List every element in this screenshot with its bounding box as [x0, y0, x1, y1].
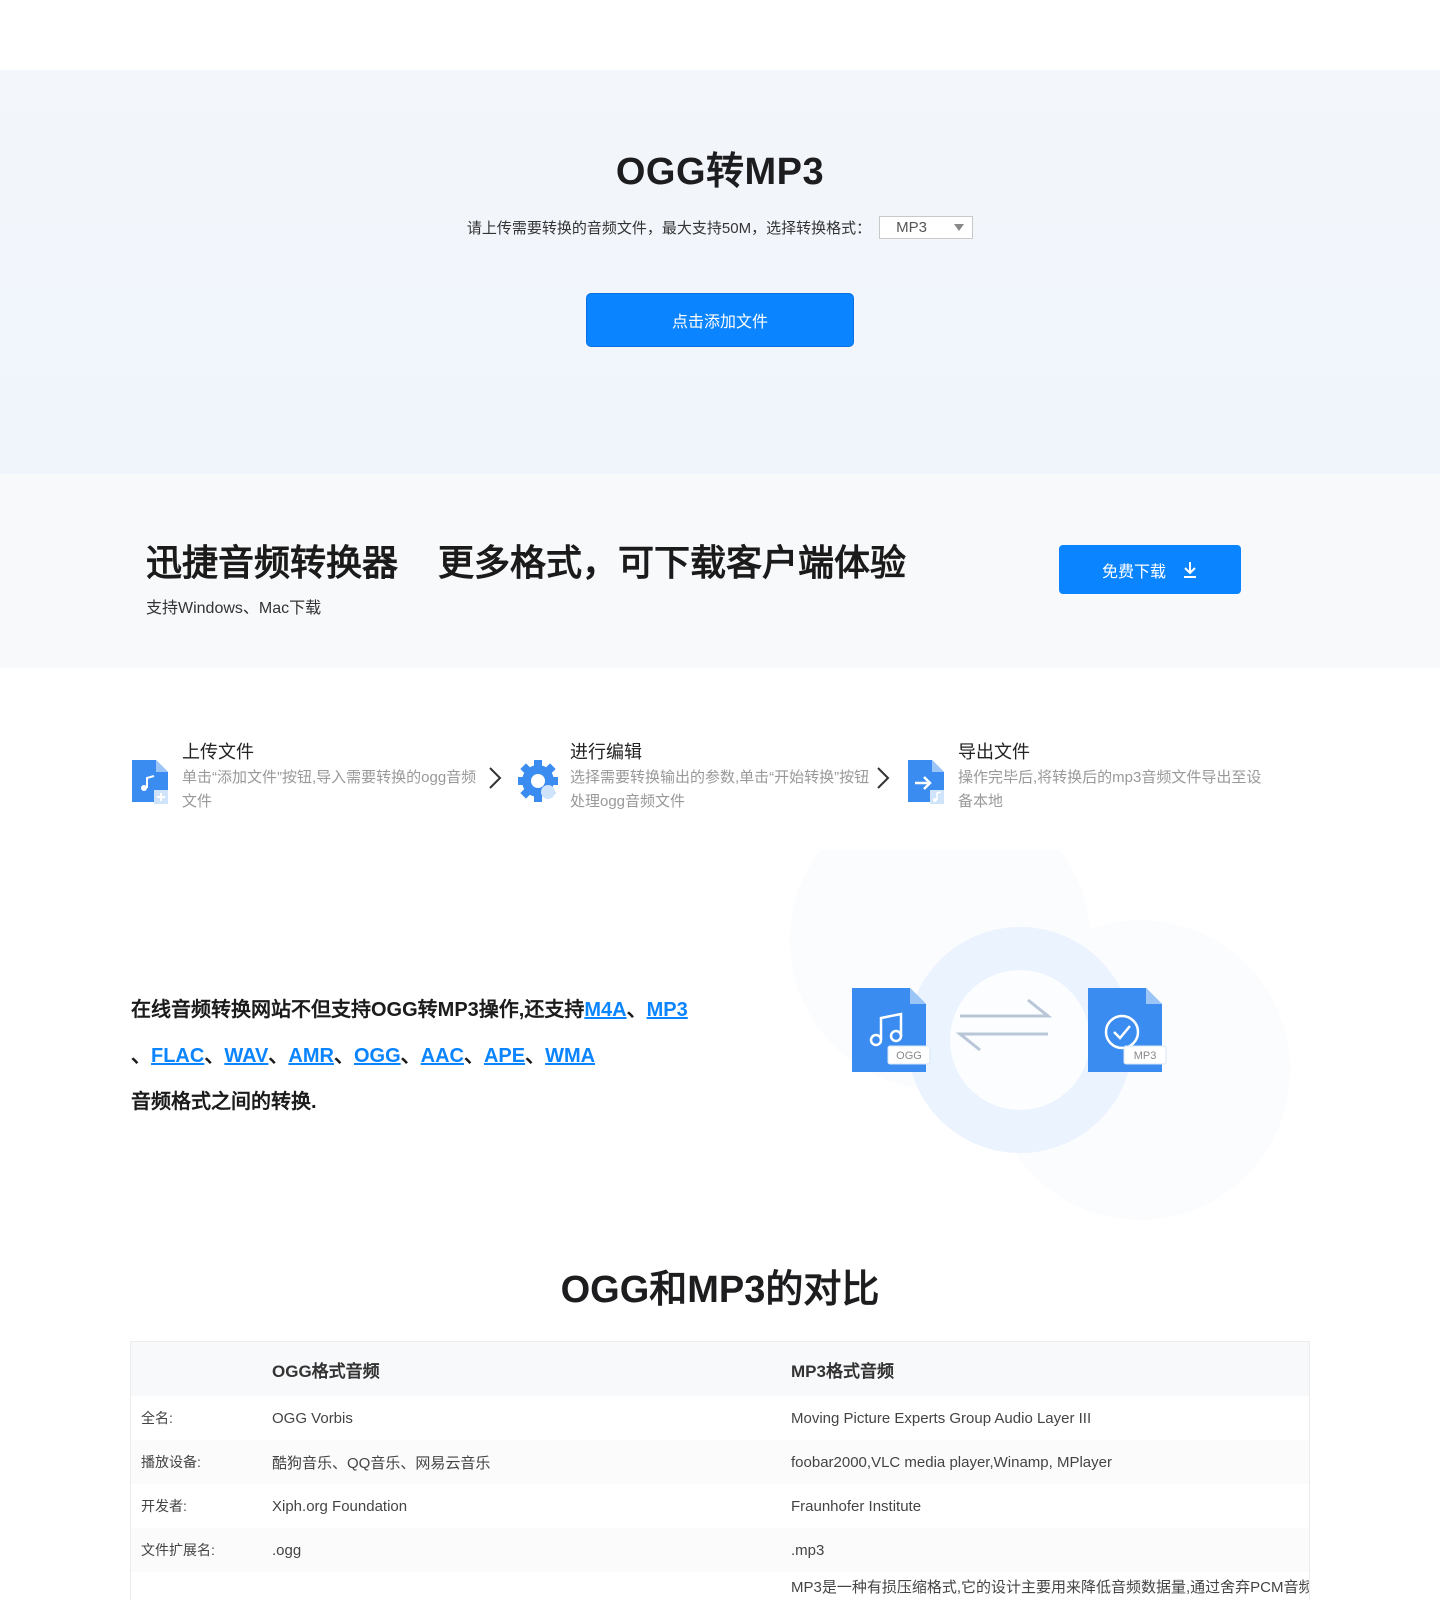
format-link-mp3[interactable]: MP3	[647, 999, 688, 1021]
format-link-aac[interactable]: AAC	[421, 1045, 464, 1067]
promo-title-slogan: 更多格式，可下载客户端体验	[438, 542, 907, 583]
upload-file-icon	[132, 760, 168, 804]
add-file-button[interactable]: 点击添加文件	[586, 293, 854, 347]
table-header-row: OGG格式音频 MP3格式音频	[131, 1342, 1309, 1396]
promo-subtitle: 支持Windows、Mac下载	[146, 600, 322, 617]
feature-tail: 音频格式之间的转换.	[131, 1091, 317, 1113]
download-icon	[1184, 561, 1196, 578]
table-cell: 全名:	[141, 1410, 173, 1426]
export-file-icon	[908, 760, 944, 804]
format-select[interactable]: MP3	[879, 216, 974, 239]
ogg-file-icon: OGG	[852, 988, 931, 1072]
table-cell: foobar2000,VLC media player,Winamp, MPla…	[791, 1453, 1112, 1471]
step-description: 选择需要转换输出的参数,单击“开始转换”按钮处理ogg音频文件	[570, 769, 870, 810]
step-description: 操作完毕后,将转换后的mp3音频文件导出至设备本地	[958, 769, 1262, 810]
feature-description: 在线音频转换网站不但支持OGG转MP3操作,还支持M4A、MP3 、FLAC、W…	[131, 999, 688, 1113]
client-promo-banner: 迅捷音频转换器 更多格式，可下载客户端体验 支持Windows、Mac下载 免费下…	[0, 474, 1440, 668]
table-header-cell: OGG格式音频	[272, 1361, 380, 1381]
conversion-illustration: OGG MP3	[790, 850, 1290, 1220]
free-download-label: 免费下载	[1101, 563, 1166, 581]
table-cell: Xiph.org Foundation	[272, 1497, 408, 1515]
table-cell: MP3是一种有损压缩格式,它的设计主要用来降低音频数据量,通过舍弃PCM音频	[791, 1579, 1309, 1596]
table-cell: OGG Vorbis	[272, 1409, 353, 1427]
svg-text:MP3: MP3	[1134, 1050, 1157, 1062]
upload-instructions: 请上传需要转换的音频文件，最大支持50M，选择转换格式： MP3	[0, 216, 1440, 239]
table-cell: 酷狗音乐、QQ音乐、网易云音乐	[272, 1454, 491, 1472]
format-link-wma[interactable]: WMA	[545, 1045, 595, 1067]
table-row: 全名: OGG Vorbis Moving Picture Experts Gr…	[131, 1396, 1309, 1440]
table-cell: 文件扩展名:	[141, 1542, 215, 1558]
table-row: 播放设备: 酷狗音乐、QQ音乐、网易云音乐 foobar2000,VLC med…	[131, 1440, 1309, 1484]
table-row: 开发者: Xiph.org Foundation Fraunhofer Inst…	[131, 1484, 1309, 1528]
table-cell: .ogg	[272, 1541, 302, 1559]
chevron-down-icon	[954, 224, 965, 231]
step-title: 进行编辑	[570, 742, 642, 762]
chevron-right-icon	[877, 767, 890, 789]
format-link-flac[interactable]: FLAC	[151, 1045, 204, 1067]
format-link-wav[interactable]: WAV	[224, 1045, 268, 1067]
gear-icon	[518, 760, 558, 802]
mp3-file-icon: MP3	[1088, 988, 1167, 1072]
format-select-value: MP3	[896, 219, 927, 236]
feature-lead: 在线音频转换网站不但支持OGG转MP3操作,还支持	[131, 999, 585, 1021]
format-link-m4a[interactable]: M4A	[584, 999, 626, 1021]
table-header-cell: MP3格式音频	[791, 1361, 894, 1381]
table-cell: .mp3	[791, 1541, 825, 1559]
steps-section: 上传文件 单击“添加文件”按钮,导入需要转换的ogg音频文件 进行编辑 选择需要…	[130, 738, 1320, 818]
hero-section: OGG转MP3 请上传需要转换的音频文件，最大支持50M，选择转换格式： MP3…	[0, 70, 1440, 474]
promo-title-product: 迅捷音频转换器	[146, 542, 399, 583]
table-cell: 开发者:	[141, 1498, 187, 1514]
upload-instructions-text: 请上传需要转换的音频文件，最大支持50M，选择转换格式：	[466, 220, 872, 237]
free-download-button[interactable]: 免费下载	[1059, 545, 1241, 594]
format-link-ape[interactable]: APE	[484, 1045, 525, 1067]
format-link-ogg[interactable]: OGG	[354, 1045, 401, 1067]
step-title: 上传文件	[182, 742, 254, 762]
table-cell: Fraunhofer Institute	[791, 1497, 922, 1515]
step-description: 单击“添加文件”按钮,导入需要转换的ogg音频文件	[182, 769, 477, 810]
chevron-right-icon	[489, 767, 502, 789]
comparison-table: OGG格式音频 MP3格式音频 全名: OGG Vorbis Moving Pi…	[130, 1341, 1310, 1600]
svg-text:OGG: OGG	[896, 1050, 922, 1062]
table-row: 文件扩展名: .ogg .mp3	[131, 1528, 1309, 1572]
step-title: 导出文件	[958, 742, 1030, 762]
table-row: MP3是一种有损压缩格式,它的设计主要用来降低音频数据量,通过舍弃PCM音频	[131, 1572, 1309, 1600]
format-link-amr[interactable]: AMR	[288, 1045, 334, 1067]
page-title: OGG转MP3	[615, 151, 825, 193]
comparison-title: OGG和MP3的对比	[560, 1269, 880, 1311]
promo-title: 迅捷音频转换器 更多格式，可下载客户端体验	[146, 534, 906, 586]
table-cell: 播放设备:	[141, 1454, 201, 1470]
table-cell: Moving Picture Experts Group Audio Layer…	[791, 1409, 1092, 1427]
